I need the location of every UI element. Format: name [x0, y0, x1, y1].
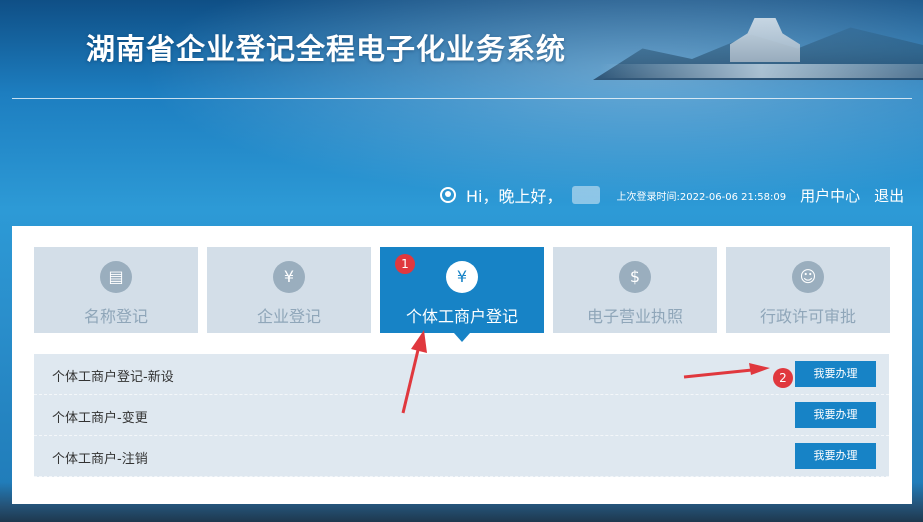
user-bar: Hi，晚上好， 上次登录时间:2022-06-06 21:58:09 用户中心 … [440, 183, 904, 207]
annotation-badge-1: 1 [395, 254, 415, 274]
title-divider [12, 98, 912, 99]
tab-label: 个体工商户登记 [405, 307, 518, 326]
greeting-text: Hi，晚上好， [466, 187, 563, 206]
tab-electronic-business-license[interactable]: $ 电子营业执照 [553, 247, 717, 333]
tab-name-registration[interactable]: ▤ 名称登记 [34, 247, 198, 333]
tab-label: 行政许可审批 [759, 307, 856, 326]
user-icon [440, 187, 456, 203]
tab-administrative-approval[interactable]: ☺ 行政许可审批 [726, 247, 890, 333]
service-label: 个体工商户-注销 [52, 452, 148, 467]
masked-username [572, 186, 601, 204]
page-title: 湖南省企业登记全程电子化业务系统 [86, 32, 567, 66]
annotation-badge-2: 2 [773, 368, 793, 388]
business-license-icon: ¥ [446, 261, 478, 293]
enterprise-icon: ¥ [273, 261, 305, 293]
document-icon: ▤ [100, 261, 132, 293]
tab-label: 名称登记 [83, 307, 148, 326]
tab-individual-business-registration[interactable]: ¥ 个体工商户登记 1 [380, 247, 544, 342]
logout-link[interactable]: 退出 [874, 185, 904, 206]
apply-button[interactable]: 我要办理 [795, 361, 876, 387]
list-item: 个体工商户-注销 我要办理 [34, 436, 889, 477]
tab-enterprise-registration[interactable]: ¥ 企业登记 [207, 247, 371, 333]
service-list: 个体工商户登记-新设 2 我要办理 个体工商户-变更 我要办理 个体工商户-注销… [34, 354, 889, 477]
list-item: 个体工商户登记-新设 2 我要办理 [34, 354, 889, 395]
apply-button[interactable]: 我要办理 [795, 402, 876, 428]
person-icon: ☺ [792, 261, 824, 293]
money-icon: $ [619, 261, 651, 293]
last-login-text: 上次登录时间:2022-06-06 21:58:09 [616, 191, 787, 203]
list-item: 个体工商户-变更 我要办理 [34, 395, 889, 436]
apply-button[interactable]: 我要办理 [795, 443, 876, 469]
tab-label: 企业登记 [256, 307, 321, 326]
user-center-link[interactable]: 用户中心 [800, 185, 860, 206]
tab-label: 电子营业执照 [586, 307, 683, 326]
service-label: 个体工商户-变更 [52, 411, 148, 426]
main-panel: ▤ 名称登记 ¥ 企业登记 ¥ 个体工商户登记 1 $ 电子营业执照 ☺ 行政许… [12, 226, 912, 504]
shoreline-image [600, 64, 923, 78]
service-label: 个体工商户登记-新设 [52, 370, 174, 385]
